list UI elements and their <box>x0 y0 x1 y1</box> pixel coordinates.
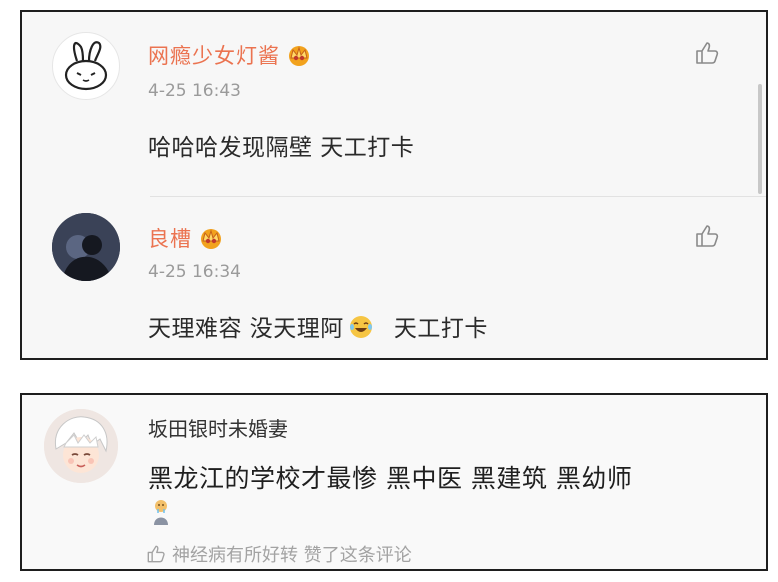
comment-time: 4-25 16:34 <box>148 262 241 282</box>
reply-text: 黑龙江的学校才最惨 黑中医 黑建筑 黑幼师 <box>148 464 633 493</box>
comment-item: 网瘾少女灯酱 4-25 16:43 哈哈哈发现隔壁 天工打卡 <box>22 12 766 187</box>
dark-silhouette-avatar-icon <box>52 213 120 281</box>
avatar[interactable] <box>44 409 118 483</box>
comment-text: 哈哈哈发现隔壁 天工打卡 <box>148 135 415 161</box>
reply-footer: 神经病有所好转 赞了这条评论 <box>146 541 412 569</box>
username-text[interactable]: 良槽 <box>148 227 192 251</box>
comment-text-part: 天工打卡 <box>393 316 488 342</box>
username[interactable]: 网瘾少女灯酱 <box>148 40 312 71</box>
reply-panel: 坂田银时未婚妻 黑龙江的学校才最惨 黑中医 黑建筑 黑幼师 神经病有所好转 赞了… <box>20 393 768 571</box>
anime-boy-avatar-icon <box>44 409 118 483</box>
comment-text-part: 天理难容 没天理阿 <box>148 316 344 342</box>
username[interactable]: 良槽 <box>148 223 224 254</box>
like-icon[interactable] <box>146 544 166 569</box>
crown-icon <box>198 227 224 254</box>
username-text[interactable]: 网瘾少女灯酱 <box>148 44 280 68</box>
bunny-doodle-avatar-icon <box>64 41 108 91</box>
username[interactable]: 坂田银时未婚妻 <box>148 413 288 442</box>
comment-text: 天理难容 没天理阿 天工打卡 <box>148 309 488 346</box>
comment-item: 良槽 4-25 16:34 天理难容 没天理阿 天工打卡 <box>22 197 766 358</box>
reply-footer-text[interactable]: 神经病有所好转 赞了这条评论 <box>172 545 412 566</box>
laughing-tears-emoji-icon <box>348 314 374 346</box>
crying-figure-emoji-icon <box>150 499 172 529</box>
comments-panel: 网瘾少女灯酱 4-25 16:43 哈哈哈发现隔壁 天工打卡 良槽 4-25 1… <box>20 10 768 360</box>
like-icon[interactable] <box>694 40 720 66</box>
comment-time: 4-25 16:43 <box>148 81 241 101</box>
avatar[interactable] <box>52 32 120 100</box>
crown-icon <box>286 44 312 71</box>
avatar[interactable] <box>52 213 120 281</box>
like-icon[interactable] <box>694 223 720 249</box>
